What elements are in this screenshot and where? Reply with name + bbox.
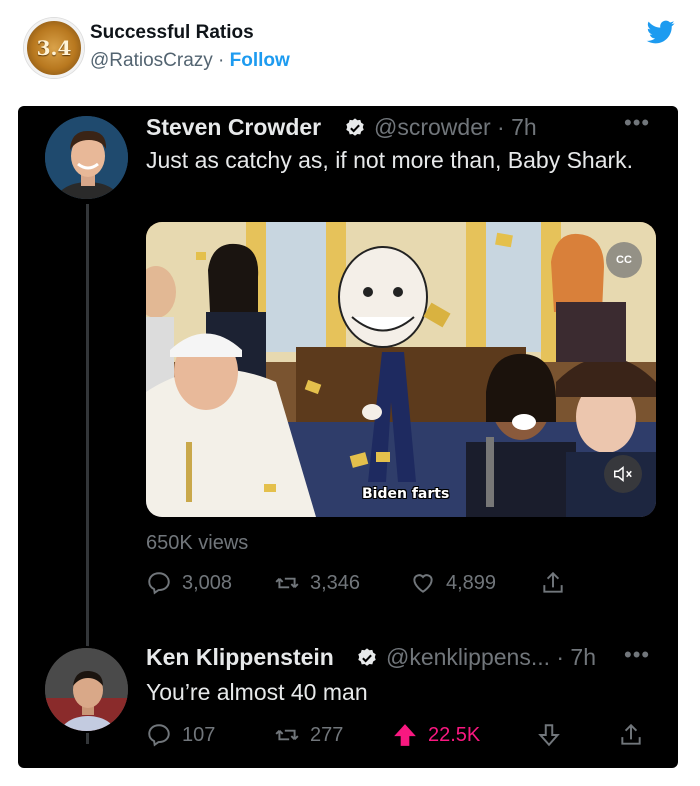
retweet-icon bbox=[275, 577, 299, 589]
person-avatar-icon bbox=[45, 116, 128, 199]
reply-count: 107 bbox=[182, 723, 216, 746]
like-count: 4,899 bbox=[446, 571, 497, 594]
embed-header: 3.4 Successful Ratios @RatiosCrazy · Fol… bbox=[0, 0, 700, 100]
twitter-bird-icon[interactable] bbox=[645, 18, 677, 46]
verified-badge-icon bbox=[358, 648, 376, 666]
account-handle[interactable]: @RatiosCrazy bbox=[90, 50, 213, 71]
tweet-author-handle[interactable]: @scrowder · 7h bbox=[374, 114, 537, 141]
share-button[interactable] bbox=[618, 722, 644, 748]
closed-captions-button[interactable]: CC bbox=[606, 242, 642, 278]
downvote-arrow-icon bbox=[538, 724, 560, 747]
retweet-count: 277 bbox=[310, 723, 344, 746]
view-count: 650K views bbox=[146, 532, 249, 554]
speaker-muted-icon bbox=[614, 466, 632, 482]
retweet-count: 3,346 bbox=[310, 571, 361, 594]
reply-button[interactable]: 3,008 bbox=[146, 570, 232, 596]
share-icon bbox=[621, 723, 641, 745]
video-frame bbox=[146, 222, 656, 517]
avatar[interactable] bbox=[43, 646, 130, 733]
separator: · bbox=[218, 50, 225, 71]
cc-icon: CC bbox=[616, 254, 632, 266]
account-avatar[interactable]: 3.4 bbox=[24, 18, 84, 78]
reply-author-name[interactable]: Ken Klippenstein bbox=[146, 644, 334, 671]
reply-text: You’re almost 40 man bbox=[146, 679, 368, 705]
more-options-icon[interactable]: ••• bbox=[624, 110, 650, 136]
downvote-button[interactable] bbox=[536, 722, 562, 748]
reply-icon bbox=[148, 572, 170, 595]
reply-author-handle[interactable]: @kenklippens... · 7h bbox=[386, 644, 596, 671]
reply-button[interactable]: 107 bbox=[146, 722, 215, 748]
share-button[interactable] bbox=[540, 570, 566, 596]
reply-icon bbox=[148, 724, 170, 747]
heart-icon bbox=[413, 574, 433, 593]
upvote-arrow-icon bbox=[394, 724, 416, 746]
upvote-count: 22.5K bbox=[428, 723, 481, 746]
video-caption: Biden farts bbox=[362, 486, 450, 502]
share-icon bbox=[543, 571, 563, 593]
tweet-screenshot: Steven Crowder @scrowder · 7h ••• Just a… bbox=[18, 106, 678, 768]
like-button[interactable]: 4,899 bbox=[410, 570, 496, 596]
upvote-button[interactable]: 22.5K bbox=[392, 722, 480, 748]
account-name[interactable]: Successful Ratios bbox=[90, 22, 254, 44]
tweet-video[interactable]: Biden farts CC bbox=[146, 222, 656, 517]
person-avatar-icon bbox=[45, 648, 128, 731]
follow-button[interactable]: Follow bbox=[230, 50, 290, 71]
tweet-author-name[interactable]: Steven Crowder bbox=[146, 114, 321, 141]
coin-logo-icon: 3.4 bbox=[36, 36, 72, 60]
reply-count: 3,008 bbox=[182, 571, 233, 594]
verified-badge-icon bbox=[346, 118, 364, 136]
avatar[interactable] bbox=[43, 114, 130, 201]
retweet-button[interactable]: 277 bbox=[274, 722, 343, 748]
retweet-icon bbox=[275, 729, 299, 741]
account-handle-row: @RatiosCrazy · Follow bbox=[90, 50, 290, 72]
more-options-icon[interactable]: ••• bbox=[624, 642, 650, 668]
tweet-text: Just as catchy as, if not more than, Bab… bbox=[146, 147, 634, 173]
mute-button[interactable] bbox=[604, 455, 642, 493]
retweet-button[interactable]: 3,346 bbox=[274, 570, 360, 596]
